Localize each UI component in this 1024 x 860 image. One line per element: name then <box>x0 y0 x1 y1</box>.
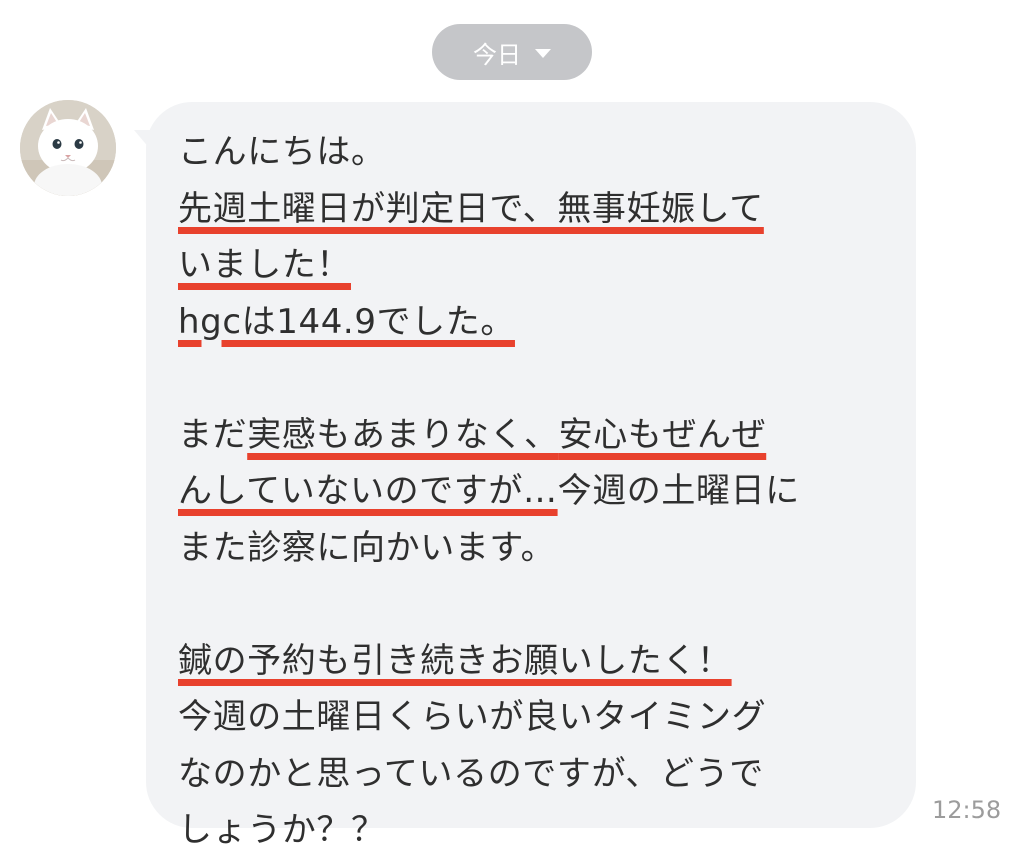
message-line: hgcは144.9でした。 <box>178 294 878 351</box>
message-text: こんにちは。先週土曜日が判定日で、無事妊娠して いました！ hgcは144.9でした… <box>178 124 878 859</box>
highlighted-text-segment: いました！ <box>178 245 351 285</box>
cat-avatar-icon <box>20 100 116 196</box>
date-label: 今日 <box>473 40 521 69</box>
message-line: 今週の土曜日くらいが良いタイミング <box>178 689 878 746</box>
caret-down-icon <box>535 49 551 58</box>
avatar[interactable] <box>20 100 116 196</box>
message-line: こんにちは。 <box>178 124 878 181</box>
message-line: 先週土曜日が判定日で、無事妊娠して <box>178 181 878 238</box>
highlighted-text-segment: んしていないのですが… <box>178 471 558 511</box>
chat-screen: 今日 こんにちは。先週土曜日が判定日で、無事妊娠して いました！ hgcは144.9… <box>0 0 1024 860</box>
text-segment: 今週の土曜日くらいが良いタイミング <box>178 697 767 737</box>
highlighted-text-segment: 実感もあまりなく、 <box>247 414 559 455</box>
text-segment: まだ <box>178 414 248 455</box>
highlighted-text-segment: 鍼の予約も引き続きお願いしたく！ <box>178 640 732 681</box>
message-line: 鍼の予約も引き続きお願いしたく！ <box>178 633 878 690</box>
highlighted-text-segment: 安心もぜんぜ <box>558 414 767 455</box>
text-segment: また診察に向かいます。 <box>178 527 556 568</box>
message-line: んしていないのですが…今週の土曜日に <box>178 463 878 520</box>
message-timestamp: 12:58 <box>932 796 1002 824</box>
text-segment: なのかと思っているのですが、どうで <box>178 753 764 794</box>
text-segment: しょうか？？ <box>178 810 386 850</box>
text-segment: 今週の土曜日に <box>557 471 800 511</box>
text-segment: こんにちは。 <box>178 132 386 172</box>
message-line: また診察に向かいます。 <box>178 520 878 577</box>
highlighted-text-segment: 先週土曜日が判定日で、無事妊娠して <box>178 188 764 229</box>
message-line: まだ実感もあまりなく、安心もぜんぜ <box>178 407 878 464</box>
highlighted-text-segment: hgcは144.9でした。 <box>178 301 515 342</box>
message-line: いました！ <box>178 237 878 294</box>
message-line: しょうか？？ <box>178 802 878 859</box>
date-selector-button[interactable]: 今日 <box>432 24 592 80</box>
message-line: なのかと思っているのですが、どうで <box>178 746 878 803</box>
